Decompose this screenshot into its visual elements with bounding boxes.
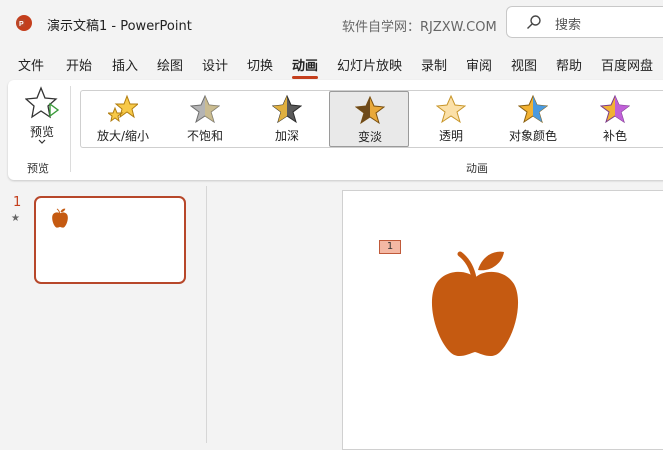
tab-baidu-netdisk[interactable]: 百度网盘 (601, 55, 653, 74)
grow-shrink-star-icon (108, 94, 138, 123)
transparency-star-icon (436, 94, 466, 124)
tab-transitions[interactable]: 切换 (247, 55, 273, 74)
animation-indicator-icon: ★ (11, 213, 20, 224)
effect-label: 放大/缩小 (96, 129, 150, 143)
document-title: 演示文稿1 - PowerPoint (47, 19, 192, 34)
svg-text:P: P (19, 21, 24, 28)
tab-slideshow[interactable]: 幻灯片放映 (337, 55, 402, 74)
search-input[interactable]: 搜索 (506, 6, 663, 38)
effect-desaturate[interactable]: 不饱和 (165, 91, 245, 147)
ribbon-tabs: 文件 开始 插入 绘图 设计 切换 动画 幻灯片放映 录制 审阅 视图 帮助 百… (0, 50, 663, 79)
apple-shape[interactable] (428, 248, 522, 358)
object-color-star-icon (518, 94, 548, 124)
animation-effects-gallery: 放大/缩小 不饱和 加深 变淡 透明 对象颜色 补色 (80, 90, 663, 148)
preview-group-label: 预览 (27, 162, 49, 175)
darken-star-icon (272, 94, 302, 124)
site-watermark: 软件自学网：RJZXW.COM (342, 20, 497, 35)
animation-group-label: 动画 (466, 162, 488, 175)
effect-darken[interactable]: 加深 (247, 91, 327, 147)
animation-order-tag[interactable]: 1 (379, 240, 401, 254)
apple-icon (52, 208, 68, 228)
effect-label: 不饱和 (186, 129, 223, 143)
slide-thumbnail[interactable] (34, 196, 186, 284)
tab-design[interactable]: 设计 (202, 55, 228, 74)
chevron-down-icon[interactable] (37, 138, 47, 146)
panel-divider (206, 186, 207, 443)
preview-button[interactable]: 预览 (20, 86, 64, 148)
effect-transparency[interactable]: 透明 (411, 91, 491, 147)
effect-label: 透明 (438, 129, 463, 143)
tab-file[interactable]: 文件 (18, 55, 44, 74)
ribbon-panel: 预览 预览 放大/缩小 不饱和 加深 变淡 透明 对象颜色 补色 动画 (8, 80, 663, 180)
effect-object-color[interactable]: 对象颜色 (493, 91, 573, 147)
tab-animations[interactable]: 动画 (292, 55, 319, 79)
tab-draw[interactable]: 绘图 (157, 55, 183, 74)
complementary-color-star-icon (600, 94, 630, 124)
search-label: 搜索 (555, 18, 582, 33)
effect-label: 对象颜色 (508, 129, 557, 143)
tab-insert[interactable]: 插入 (112, 55, 138, 74)
title-bar: P 演示文稿1 - PowerPoint 软件自学网：RJZXW.COM 搜索 (0, 0, 663, 46)
effect-label: 变淡 (357, 130, 382, 144)
effect-label: 补色 (602, 129, 627, 143)
lighten-star-icon (355, 95, 385, 125)
effect-label: 加深 (274, 129, 299, 143)
preview-star-icon (25, 86, 59, 119)
tab-review[interactable]: 审阅 (466, 55, 492, 74)
effect-lighten[interactable]: 变淡 (329, 91, 409, 147)
desaturate-star-icon (190, 94, 220, 124)
effect-complementary-color[interactable]: 补色 (575, 91, 655, 147)
search-icon (527, 15, 541, 29)
tab-help[interactable]: 帮助 (556, 55, 582, 74)
tab-view[interactable]: 视图 (511, 55, 537, 74)
group-divider (70, 86, 71, 172)
tab-home[interactable]: 开始 (66, 55, 92, 74)
tab-record[interactable]: 录制 (421, 55, 447, 74)
effect-grow-shrink[interactable]: 放大/缩小 (83, 91, 163, 147)
slide-number: 1 (13, 195, 22, 210)
powerpoint-logo-icon[interactable]: P (16, 15, 32, 31)
